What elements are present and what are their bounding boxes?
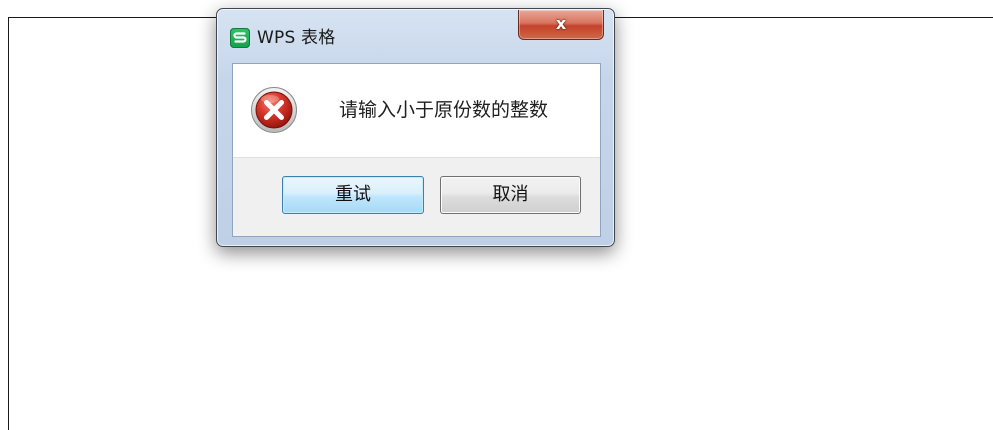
- dialog-title: WPS 表格: [257, 28, 336, 48]
- cancel-button[interactable]: 取消: [440, 176, 581, 214]
- close-icon: x: [555, 14, 567, 33]
- desktop: WPS 表格 x 请输入小于原份数的整数 重试 取消: [0, 0, 993, 430]
- dialog-content: 请输入小于原份数的整数 重试 取消: [232, 63, 601, 237]
- close-button[interactable]: x: [518, 10, 604, 40]
- error-message: 请输入小于原份数的整数: [339, 99, 549, 121]
- message-area: 请输入小于原份数的整数: [233, 64, 600, 158]
- button-bar: 重试 取消: [233, 157, 600, 236]
- wps-spreadsheet-icon: [230, 28, 250, 48]
- error-icon: [250, 86, 298, 134]
- error-dialog: WPS 表格 x 请输入小于原份数的整数 重试 取消: [216, 8, 615, 247]
- dialog-titlebar[interactable]: WPS 表格 x: [217, 9, 614, 59]
- retry-button[interactable]: 重试: [282, 176, 424, 214]
